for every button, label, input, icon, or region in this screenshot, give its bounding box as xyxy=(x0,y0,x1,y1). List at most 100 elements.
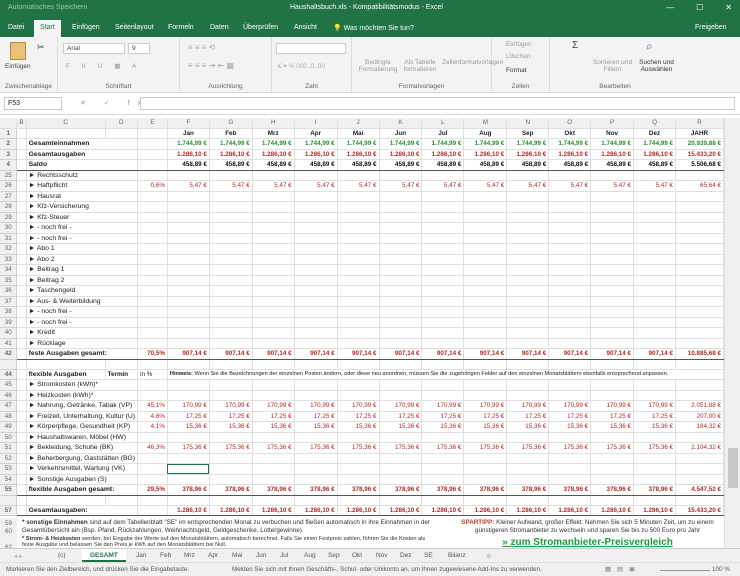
cell[interactable] xyxy=(590,495,635,506)
month-value-sep[interactable]: 378,96 € xyxy=(506,484,550,496)
month-value-jan[interactable] xyxy=(167,474,210,485)
month-value-jan[interactable]: 1.744,99 € xyxy=(167,138,210,150)
month-value-mai[interactable]: 1.744,99 € xyxy=(337,138,380,150)
month-value-feb[interactable] xyxy=(209,390,253,401)
month-value-mrz[interactable] xyxy=(252,201,295,213)
month-value-sep[interactable] xyxy=(506,243,550,255)
month-value-mai[interactable] xyxy=(337,453,380,464)
month-value-nov[interactable] xyxy=(590,222,635,234)
tab-scroll-arrows[interactable]: ◂ ▸ xyxy=(14,552,22,560)
month-value-jul[interactable]: 15,36 € xyxy=(421,421,465,433)
month-value-aug[interactable] xyxy=(463,285,508,297)
month-value-sep[interactable] xyxy=(506,379,550,391)
month-value-apr[interactable] xyxy=(294,233,338,244)
cell[interactable] xyxy=(633,359,676,370)
month-value-okt[interactable] xyxy=(548,275,592,286)
month-value-mrz[interactable] xyxy=(252,327,295,339)
month-value-feb[interactable]: 907,14 € xyxy=(209,348,253,360)
month-value-nov[interactable] xyxy=(590,275,635,286)
month-value-mai[interactable]: 907,14 € xyxy=(337,348,380,360)
month-value-aug[interactable]: 1.286,10 € xyxy=(463,505,508,516)
month-value-okt[interactable]: 5,47 € xyxy=(548,180,592,192)
month-value-aug[interactable]: 1.744,99 € xyxy=(463,138,508,150)
month-value-aug[interactable] xyxy=(463,338,508,349)
month-value-mrz[interactable]: 1.286,10 € xyxy=(252,505,295,516)
month-value-nov[interactable] xyxy=(590,212,635,223)
row-label[interactable]: ► Verkehrsmittel, Wartung (VK) xyxy=(26,463,139,475)
month-value-mai[interactable] xyxy=(337,390,380,401)
row-header[interactable]: 37 xyxy=(0,296,18,307)
month-value-aug[interactable]: 1.286,10 € xyxy=(463,149,508,160)
month-value-apr[interactable]: 17,25 € xyxy=(294,411,338,422)
month-value-aug[interactable] xyxy=(463,306,508,318)
month-value-apr[interactable]: 458,89 € xyxy=(294,159,338,171)
month-value-aug[interactable] xyxy=(463,191,508,202)
row-label[interactable]: ► Beherbergung, Gaststätten (BG) xyxy=(26,453,139,464)
insert-cells-button[interactable]: Einfügen xyxy=(506,41,532,48)
month-value-feb[interactable]: 378,96 € xyxy=(209,484,253,496)
month-value-nov[interactable] xyxy=(590,285,635,297)
month-value-apr[interactable] xyxy=(294,264,338,276)
month-value-jun[interactable] xyxy=(379,191,423,202)
month-value-okt[interactable] xyxy=(548,233,592,244)
row-label[interactable]: ► Freizeit, Unterhaltung, Kultur (U) xyxy=(26,411,139,422)
month-value-feb[interactable] xyxy=(209,463,253,475)
month-value-mai[interactable] xyxy=(337,264,380,276)
tab-einfuegen[interactable]: Einfügen xyxy=(72,24,100,31)
month-value-apr[interactable] xyxy=(294,453,338,464)
month-value-okt[interactable]: 17,25 € xyxy=(548,411,592,422)
row-header[interactable]: 25 xyxy=(0,170,18,181)
month-value-sep[interactable]: 175,36 € xyxy=(506,442,550,454)
cell[interactable] xyxy=(16,138,27,150)
month-value-mrz[interactable] xyxy=(252,222,295,234)
month-value-nov[interactable] xyxy=(590,474,635,485)
month-value-aug[interactable] xyxy=(463,212,508,223)
month-value-sep[interactable] xyxy=(506,170,550,181)
month-value-nov[interactable]: 458,89 € xyxy=(590,159,635,171)
month-value-sep[interactable] xyxy=(506,201,550,213)
month-value-jun[interactable] xyxy=(379,432,423,443)
cell[interactable] xyxy=(16,348,27,360)
row-header[interactable]: 48 xyxy=(0,411,18,422)
month-value-apr[interactable]: 5,47 € xyxy=(294,180,338,192)
row-label[interactable]: Gesamteinnahmen xyxy=(26,138,139,150)
month-value-mai[interactable]: 170,99 € xyxy=(337,400,380,412)
month-value-dez[interactable]: 15,36 € xyxy=(633,421,676,433)
month-value-jan[interactable]: 378,96 € xyxy=(167,484,210,496)
cell[interactable] xyxy=(16,463,27,475)
cell[interactable] xyxy=(16,474,27,485)
year-total[interactable] xyxy=(674,212,724,223)
cell[interactable] xyxy=(16,212,27,223)
month-value-dez[interactable]: 5,47 € xyxy=(633,180,676,192)
cell[interactable] xyxy=(506,359,550,370)
month-value-mai[interactable] xyxy=(337,296,380,307)
row-header[interactable]: 49 xyxy=(0,421,18,433)
percent-cell[interactable] xyxy=(137,296,168,307)
month-value-apr[interactable] xyxy=(294,285,338,297)
cell[interactable] xyxy=(16,505,27,516)
row-header[interactable]: 40 xyxy=(0,327,18,339)
month-value-mrz[interactable] xyxy=(252,432,295,443)
percent-cell[interactable] xyxy=(137,505,168,516)
cell[interactable] xyxy=(167,495,210,506)
share-button[interactable]: Freigeben xyxy=(695,24,727,31)
month-value-jul[interactable] xyxy=(421,432,465,443)
cell[interactable] xyxy=(16,285,27,297)
month-value-okt[interactable] xyxy=(548,285,592,297)
month-value-mrz[interactable] xyxy=(252,243,295,255)
month-value-mrz[interactable]: 175,36 € xyxy=(252,442,295,454)
month-value-aug[interactable] xyxy=(463,327,508,339)
row-header[interactable]: 46 xyxy=(0,390,18,401)
month-value-apr[interactable] xyxy=(294,338,338,349)
month-value-feb[interactable] xyxy=(209,379,253,391)
column-header-E[interactable]: E xyxy=(137,118,168,129)
month-value-jul[interactable] xyxy=(421,327,465,339)
percent-cell[interactable]: 45,1% xyxy=(137,400,168,412)
row-header[interactable]: 30 xyxy=(0,222,18,234)
month-value-sep[interactable] xyxy=(506,474,550,485)
month-value-sep[interactable] xyxy=(506,463,550,475)
month-value-okt[interactable] xyxy=(548,201,592,213)
month-value-apr[interactable] xyxy=(294,390,338,401)
month-value-okt[interactable] xyxy=(548,254,592,265)
column-header-B[interactable]: B xyxy=(16,118,27,129)
